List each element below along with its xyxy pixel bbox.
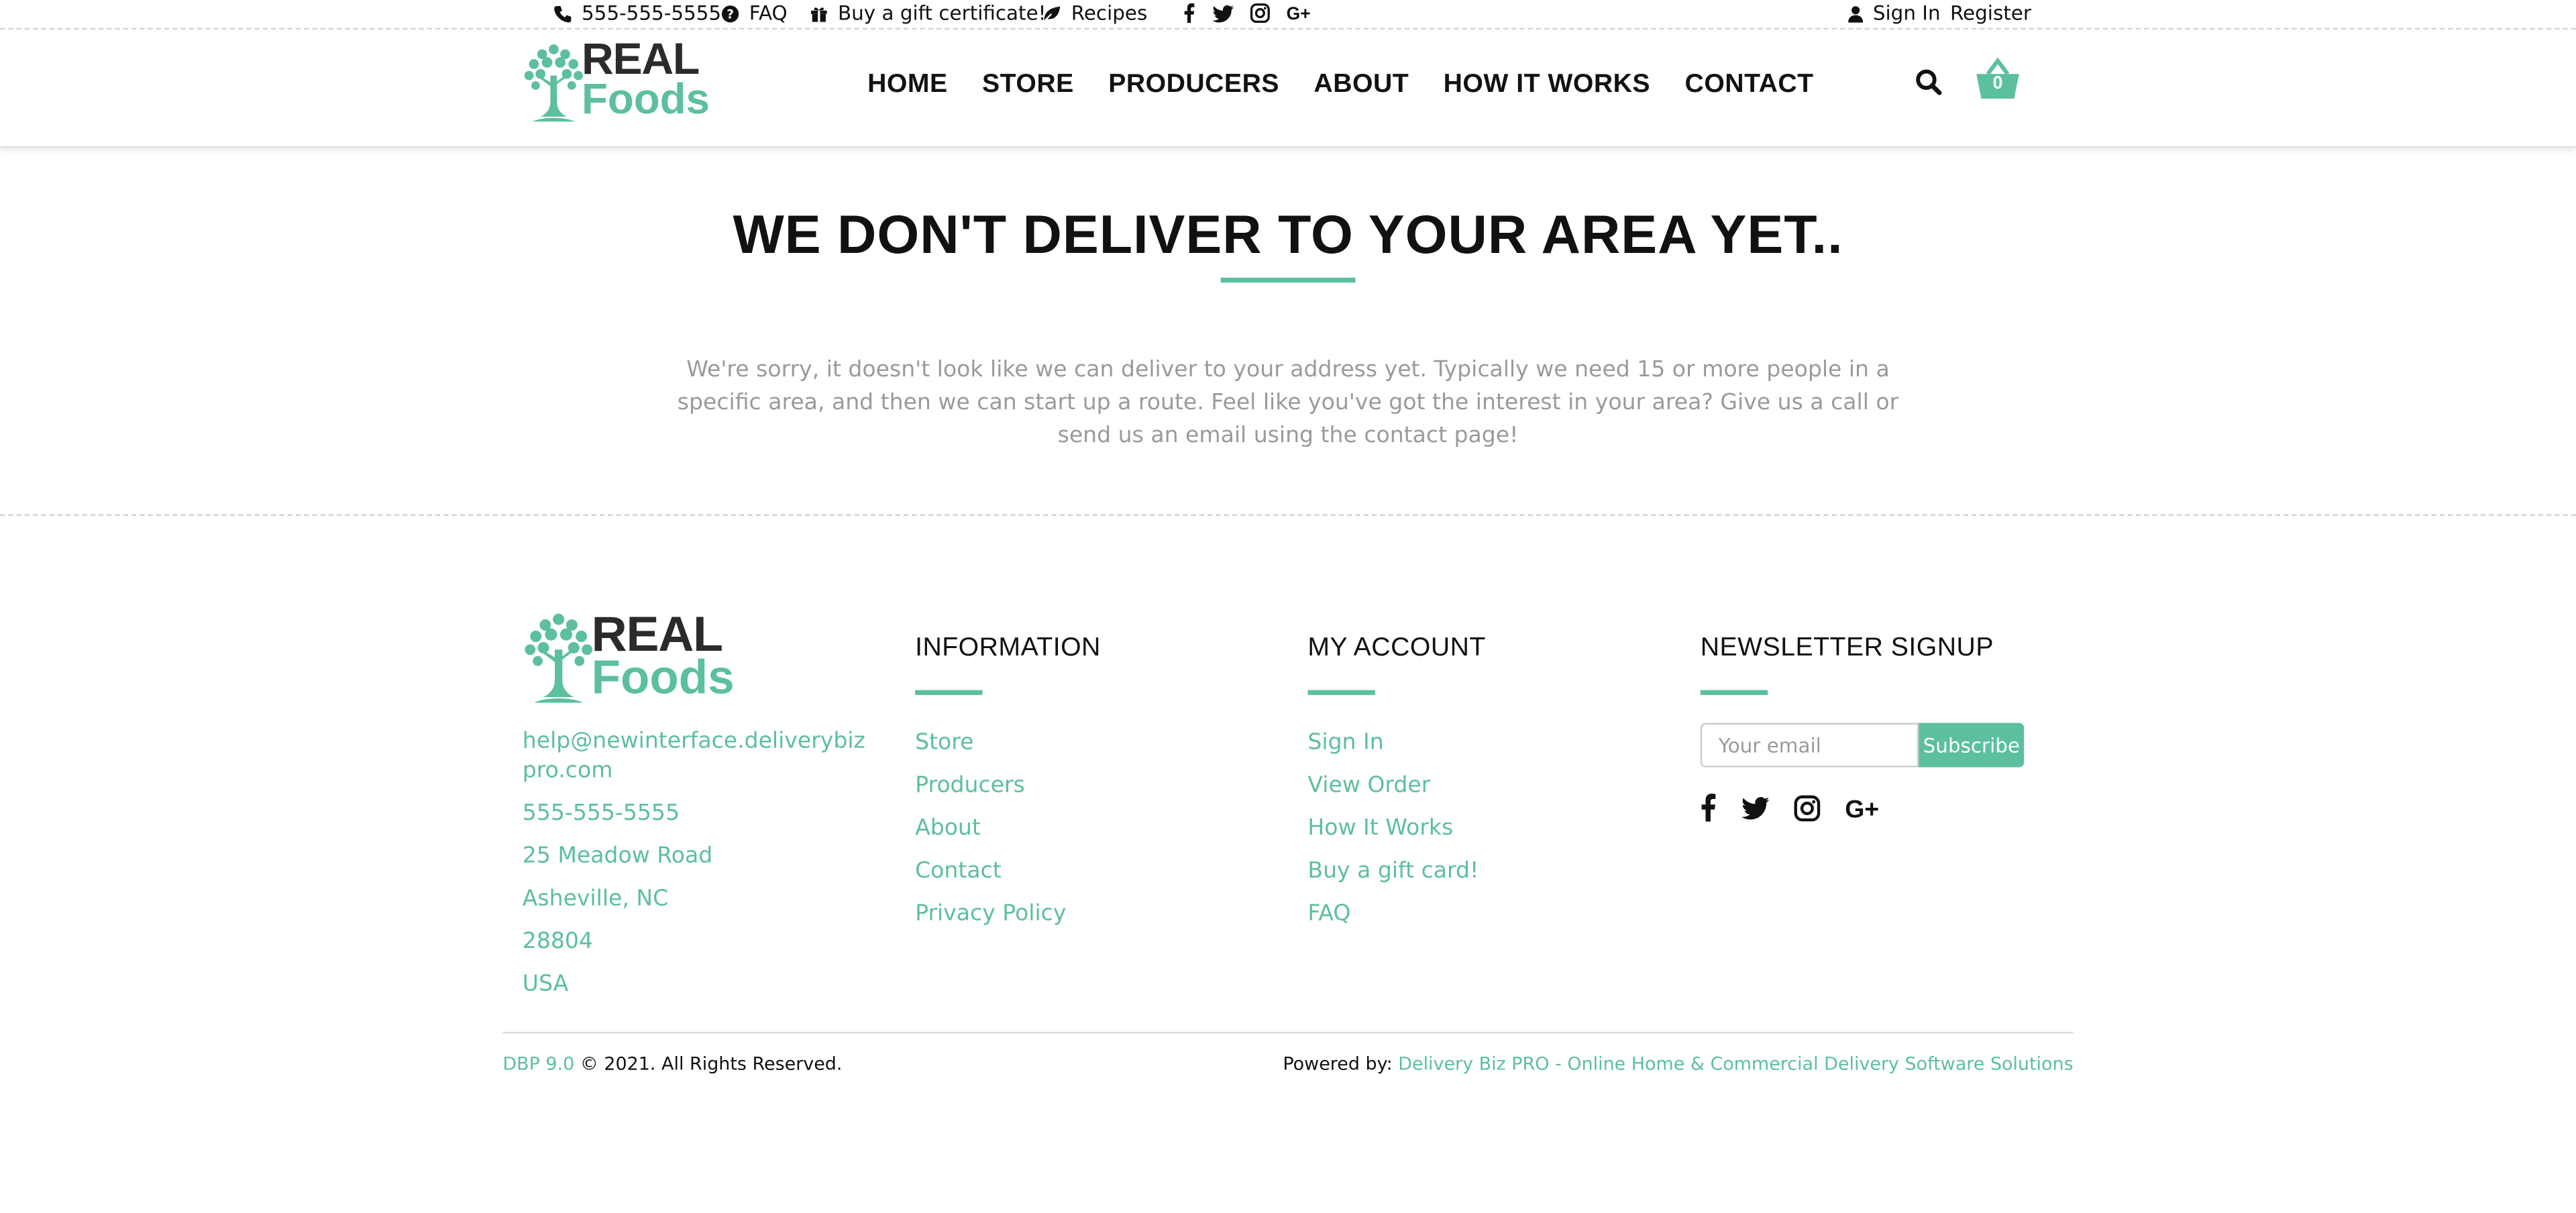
account-underline	[1307, 690, 1375, 695]
cart-count: 0	[1992, 74, 2003, 94]
footer-logo-real-text: REAL	[591, 607, 723, 662]
phone-icon	[554, 5, 572, 22]
twitter-icon[interactable]	[1212, 4, 1234, 22]
footer-link-view-order[interactable]: View Order	[1307, 764, 1485, 807]
content-divider	[0, 514, 2576, 516]
delivery-message: We're sorry, it doesn't look like we can…	[677, 356, 1899, 449]
footer-city: Asheville, NC	[522, 886, 669, 912]
version-link[interactable]: DBP 9.0	[502, 1053, 574, 1075]
information-heading: INFORMATION	[915, 634, 1101, 662]
sign-in-text: Sign In	[1872, 1, 1941, 25]
gift-certificate-link[interactable]: Buy a gift certificate!	[810, 1, 1046, 25]
instagram-icon[interactable]	[1250, 3, 1270, 23]
information-underline	[915, 690, 983, 695]
footer-logo-foods-text: Foods	[591, 652, 735, 705]
tree-logo-icon	[525, 613, 592, 703]
main-nav: HOME STORE PRODUCERS ABOUT HOW IT WORKS …	[867, 32, 1848, 138]
user-icon	[1848, 5, 1864, 22]
newsletter-underline	[1700, 690, 1768, 695]
footer-link-gift-card[interactable]: Buy a gift card!	[1307, 849, 1485, 892]
twitter-icon[interactable]	[1741, 796, 1770, 819]
copyright: DBP 9.0 © 2021. All Rights Reserved.	[502, 1053, 842, 1075]
footer-link-store[interactable]: Store	[915, 721, 1101, 764]
footer-newsletter-column: NEWSLETTER SIGNUP Subscribe G+	[1700, 608, 2025, 822]
footer-account-column: MY ACCOUNT Sign In View Order How It Wor…	[1307, 608, 1485, 935]
bottom-divider	[502, 1031, 2074, 1034]
footer-social-links: G+	[1701, 793, 2024, 822]
footer-link-sign-in[interactable]: Sign In	[1307, 721, 1485, 764]
nav-how-it-works[interactable]: HOW IT WORKS	[1444, 70, 1650, 99]
svg-text:?: ?	[727, 7, 734, 21]
sign-in-link[interactable]: Sign In	[1848, 1, 1941, 25]
top-social-links: G+	[1183, 3, 1314, 23]
subscribe-button[interactable]: Subscribe	[1919, 723, 2025, 768]
title-underline	[1220, 277, 1356, 283]
footer-link-privacy-policy[interactable]: Privacy Policy	[915, 892, 1101, 935]
footer-link-faq[interactable]: FAQ	[1307, 892, 1485, 935]
page-title: WE DON'T DELIVER TO YOUR AREA YET..	[733, 203, 1843, 265]
phone-text: 555-555-5555	[581, 1, 722, 25]
footer-country: USA	[522, 971, 569, 998]
facebook-icon[interactable]	[1701, 793, 1717, 822]
footer-link-about[interactable]: About	[915, 806, 1101, 849]
cart-button[interactable]: 0	[1975, 57, 2021, 104]
search-button[interactable]	[1916, 69, 1942, 102]
faq-text: FAQ	[749, 1, 788, 25]
footer-phone: 555-555-5555	[522, 800, 680, 827]
newsletter-heading: NEWSLETTER SIGNUP	[1700, 634, 1994, 662]
footer-logo-link[interactable]: REAL Foods	[523, 608, 876, 706]
footer-link-contact[interactable]: Contact	[915, 849, 1101, 892]
leaf-icon	[1042, 5, 1061, 23]
top-bar: 555-555-5555 ? FAQ Buy a gift certificat…	[0, 0, 2576, 30]
svg-text:G+: G+	[1287, 3, 1311, 23]
phone-link[interactable]: 555-555-5555	[553, 1, 722, 25]
faq-link[interactable]: ? FAQ	[721, 1, 788, 25]
nav-about[interactable]: ABOUT	[1313, 70, 1409, 99]
instagram-icon[interactable]	[1794, 794, 1821, 821]
recipes-link[interactable]: Recipes	[1042, 1, 1148, 25]
footer-email-link[interactable]: help@newinterface.deliverybizpro.com	[523, 726, 876, 785]
recipes-text: Recipes	[1071, 1, 1148, 25]
nav-store[interactable]: STORE	[982, 70, 1074, 99]
footer-link-producers[interactable]: Producers	[915, 764, 1101, 807]
page: 555-555-5555 ? FAQ Buy a gift certificat…	[0, 0, 2576, 1213]
register-text: Register	[1949, 1, 2031, 25]
question-circle-icon: ?	[721, 4, 739, 22]
search-icon	[1916, 69, 1942, 95]
powered-by: Powered by: Delivery Biz PRO - Online Ho…	[1283, 1053, 2073, 1075]
footer-information-column: INFORMATION Store Producers About Contac…	[915, 608, 1101, 935]
copyright-text: © 2021. All Rights Reserved.	[580, 1053, 843, 1075]
footer-address: 25 Meadow Road	[522, 843, 713, 869]
newsletter-email-input[interactable]	[1700, 723, 1919, 768]
information-links: Store Producers About Contact Privacy Po…	[915, 721, 1101, 935]
newsletter-form: Subscribe	[1700, 723, 2025, 768]
logo-foods-text: Foods	[581, 73, 710, 123]
gift-icon	[811, 7, 827, 21]
gift-text: Buy a gift certificate!	[837, 1, 1046, 25]
google-plus-icon[interactable]: G+	[1287, 3, 1315, 23]
powered-by-label: Powered by:	[1283, 1053, 1393, 1075]
main-header: REAL Foods HOME STORE PRODUCERS ABOUT HO…	[0, 31, 2576, 148]
svg-text:G+: G+	[1845, 794, 1879, 821]
facebook-icon[interactable]	[1183, 3, 1196, 23]
register-link[interactable]: Register	[1950, 1, 2031, 24]
account-heading: MY ACCOUNT	[1307, 634, 1486, 662]
footer-link-how-it-works[interactable]: How It Works	[1307, 806, 1485, 849]
nav-home[interactable]: HOME	[867, 70, 948, 99]
account-links: Sign In View Order How It Works Buy a gi…	[1307, 721, 1485, 935]
logo-link[interactable]: REAL Foods	[523, 37, 710, 125]
tree-logo-icon	[524, 44, 583, 122]
powered-by-link[interactable]: Delivery Biz PRO - Online Home & Commerc…	[1398, 1053, 2073, 1075]
google-plus-icon[interactable]: G+	[1845, 794, 1884, 821]
nav-producers[interactable]: PRODUCERS	[1108, 70, 1279, 99]
nav-contact[interactable]: CONTACT	[1685, 70, 1814, 99]
footer-contact-column: REAL Foods help@newinterface.deliverybiz…	[523, 608, 876, 1012]
footer-zip: 28804	[522, 928, 593, 955]
